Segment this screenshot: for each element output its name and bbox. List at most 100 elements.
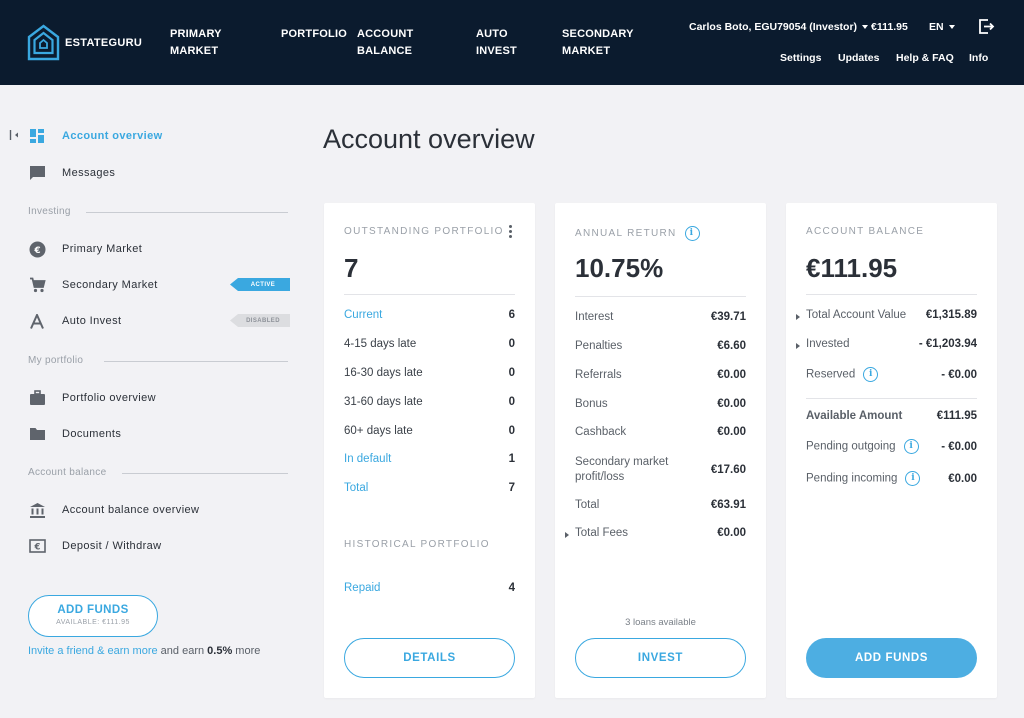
row-label: Total Fees bbox=[575, 527, 629, 539]
row-value: 0 bbox=[508, 367, 515, 379]
help-faq-link[interactable]: Help & FAQ bbox=[896, 52, 954, 64]
annual-return-card: ANNUAL RETURN i 10.75% Interest €39.71 Pen… bbox=[555, 203, 766, 698]
row-value: €6.60 bbox=[717, 340, 746, 352]
section-label: My portfolio bbox=[28, 355, 84, 366]
sidebar-item-primary-market[interactable]: € Primary Market bbox=[28, 238, 290, 260]
nav-label-line2: MARKET bbox=[562, 45, 611, 57]
header-balance[interactable]: €111.95 bbox=[871, 21, 908, 33]
sidebar-item-account-overview[interactable]: Account overview bbox=[28, 125, 290, 147]
sidebar-item-deposit-withdraw[interactable]: € Deposit / Withdraw bbox=[28, 535, 290, 557]
sidebar-item-documents[interactable]: Documents bbox=[28, 423, 290, 445]
account-balance-card: ACCOUNT BALANCE €111.95 Total Account Va… bbox=[786, 203, 997, 698]
portfolio-row[interactable]: Current 6 bbox=[344, 309, 515, 321]
portfolio-row[interactable]: Total 7 bbox=[344, 482, 515, 494]
invite-link[interactable]: Invite a friend & earn more bbox=[28, 645, 158, 657]
nav-primary-market[interactable]: PRIMARY MARKET bbox=[170, 26, 222, 60]
invest-button[interactable]: INVEST bbox=[575, 638, 746, 678]
info-icon[interactable]: i bbox=[684, 226, 700, 241]
logout-icon[interactable] bbox=[978, 18, 995, 35]
sidebar-item-label: Account balance overview bbox=[62, 504, 200, 516]
euro-note-icon: € bbox=[28, 537, 46, 555]
row-label: Bonus bbox=[575, 398, 608, 410]
nav-portfolio[interactable]: PORTFOLIO bbox=[281, 26, 347, 43]
sidebar-item-label: Auto Invest bbox=[62, 315, 122, 327]
nav-secondary-market[interactable]: SECONDARY MARKET bbox=[562, 26, 634, 60]
collapse-sidebar-icon[interactable] bbox=[9, 129, 21, 141]
logo-house-icon bbox=[27, 24, 60, 61]
row-value: 0 bbox=[508, 396, 515, 408]
sidebar-section-account-balance: Account balance bbox=[28, 467, 288, 478]
total-fees-row[interactable]: Total Fees €0.00 bbox=[565, 527, 746, 539]
updates-link[interactable]: Updates bbox=[838, 52, 879, 64]
user-menu[interactable]: Carlos Boto, EGU79054 (Investor) bbox=[689, 21, 869, 33]
more-options-icon[interactable] bbox=[509, 225, 513, 239]
outstanding-portfolio-card: OUTSTANDING PORTFOLIO 7 Current 6 4-15 da… bbox=[324, 203, 535, 698]
language-select[interactable]: EN bbox=[929, 21, 955, 33]
cart-icon bbox=[28, 276, 46, 294]
status-badge-active: ACTIVE bbox=[230, 278, 290, 291]
row-value: 6 bbox=[508, 309, 515, 321]
row-value: 0 bbox=[508, 425, 515, 437]
sidebar-item-label: Account overview bbox=[62, 130, 163, 142]
row-label-text: Pending incoming bbox=[806, 472, 898, 485]
nav-label-line1: SECONDARY bbox=[562, 28, 634, 40]
historical-portfolio-title: HISTORICAL PORTFOLIO bbox=[344, 539, 490, 550]
row-value: €111.95 bbox=[936, 410, 977, 422]
row-label[interactable]: In default bbox=[344, 453, 391, 465]
card-title: ANNUAL RETURN i bbox=[575, 226, 700, 241]
svg-text:€: € bbox=[33, 543, 40, 553]
bank-icon bbox=[28, 501, 46, 519]
row-label[interactable]: Total bbox=[344, 482, 368, 494]
section-divider bbox=[104, 361, 288, 362]
nav-label-line2: BALANCE bbox=[357, 45, 413, 57]
info-icon[interactable]: i bbox=[863, 367, 879, 382]
card-title: OUTSTANDING PORTFOLIO bbox=[344, 226, 504, 237]
sidebar-item-messages[interactable]: Messages bbox=[28, 162, 290, 184]
add-funds-button[interactable]: ADD FUNDS bbox=[806, 638, 977, 678]
nav-account-balance[interactable]: ACCOUNT BALANCE bbox=[357, 26, 413, 60]
sidebar-item-account-balance-overview[interactable]: Account balance overview bbox=[28, 499, 290, 521]
briefcase-icon bbox=[28, 389, 46, 407]
invested-row[interactable]: Invested - €1,203.94 bbox=[796, 338, 977, 350]
details-button[interactable]: DETAILS bbox=[344, 638, 515, 678]
dashboard-icon bbox=[28, 127, 46, 145]
row-value: 7 bbox=[508, 482, 515, 494]
return-row: Secondary market profit/loss €17.60 bbox=[575, 455, 746, 485]
top-header: ESTATEGURU PRIMARY MARKET PORTFOLIO ACCO… bbox=[0, 0, 1024, 85]
total-account-value-row[interactable]: Total Account Value €1,315.89 bbox=[796, 309, 977, 321]
portfolio-row: 16-30 days late 0 bbox=[344, 367, 515, 379]
invite-rate: 0.5% bbox=[207, 645, 233, 657]
user-name: Carlos Boto, EGU79054 (Investor) bbox=[689, 21, 858, 33]
row-value: - €0.00 bbox=[941, 440, 977, 453]
info-link[interactable]: Info bbox=[969, 52, 988, 64]
portfolio-row[interactable]: In default 1 bbox=[344, 453, 515, 465]
language-label: EN bbox=[929, 21, 944, 33]
sidebar-item-secondary-market[interactable]: Secondary Market ACTIVE bbox=[28, 274, 290, 296]
sidebar-item-label: Deposit / Withdraw bbox=[62, 540, 162, 552]
info-icon[interactable]: i bbox=[903, 439, 919, 454]
row-label: Total Account Value bbox=[806, 309, 907, 321]
nav-label-line2: MARKET bbox=[170, 45, 219, 57]
row-value: 0 bbox=[508, 338, 515, 350]
historical-row[interactable]: Repaid 4 bbox=[344, 582, 515, 594]
row-label: 60+ days late bbox=[344, 425, 413, 437]
expand-arrow-icon[interactable] bbox=[796, 314, 800, 320]
logo[interactable]: ESTATEGURU bbox=[27, 24, 142, 62]
expand-arrow-icon[interactable] bbox=[565, 532, 569, 538]
nav-auto-invest[interactable]: AUTO INVEST bbox=[476, 26, 517, 60]
add-funds-available: AVAILABLE: €111.95 bbox=[56, 619, 130, 626]
row-label[interactable]: Current bbox=[344, 309, 382, 321]
row-label: Total bbox=[575, 499, 600, 511]
info-icon[interactable]: i bbox=[905, 471, 921, 486]
settings-link[interactable]: Settings bbox=[780, 52, 821, 64]
row-label-text: Reserved bbox=[806, 368, 856, 381]
row-value: €63.91 bbox=[710, 499, 746, 511]
sidebar-add-funds-button[interactable]: ADD FUNDS AVAILABLE: €111.95 bbox=[28, 595, 158, 637]
card-divider bbox=[806, 294, 977, 295]
nav-label-line1: AUTO bbox=[476, 28, 508, 40]
sidebar-item-auto-invest[interactable]: Auto Invest DISABLED bbox=[28, 310, 290, 332]
message-icon bbox=[28, 164, 46, 182]
expand-arrow-icon[interactable] bbox=[796, 343, 800, 349]
row-label[interactable]: Repaid bbox=[344, 582, 380, 594]
sidebar-item-portfolio-overview[interactable]: Portfolio overview bbox=[28, 387, 290, 409]
